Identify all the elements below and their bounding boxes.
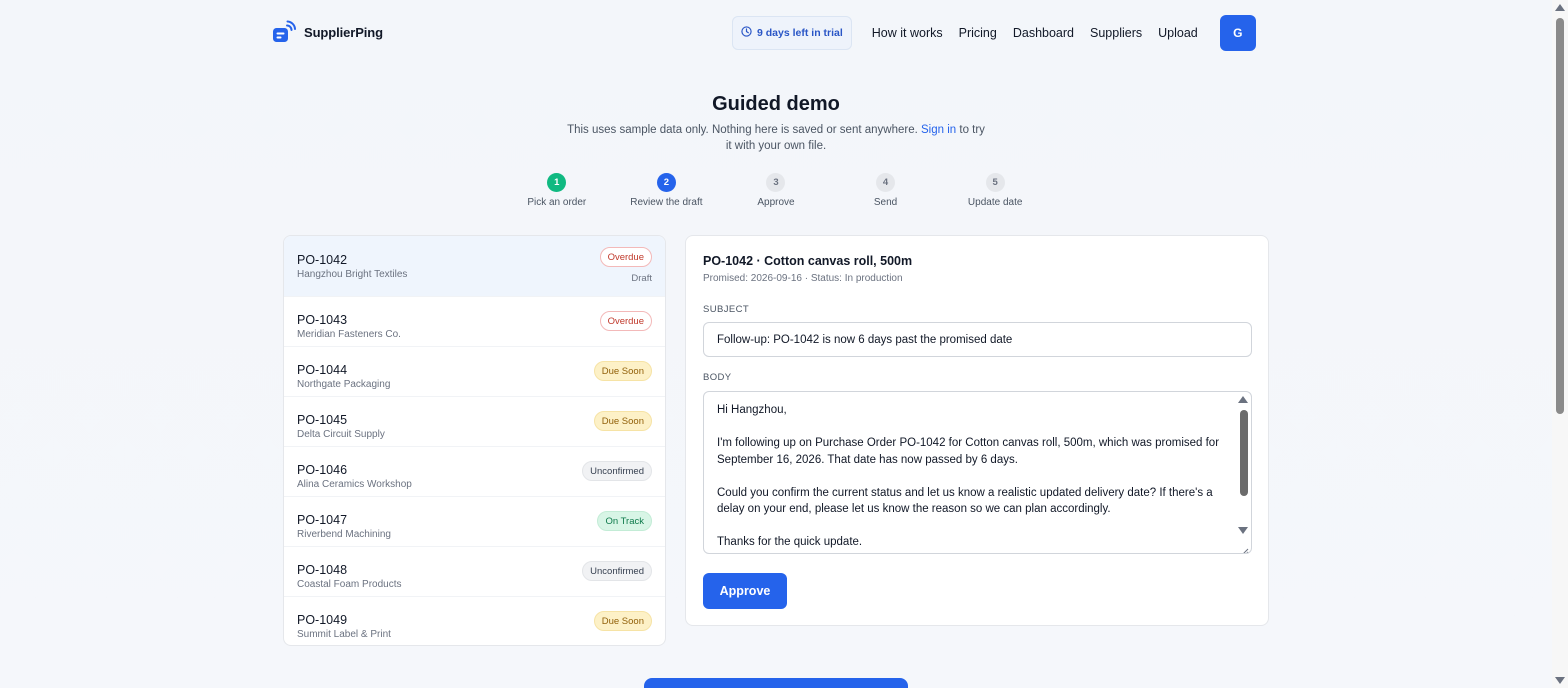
subject-label: SUBJECT xyxy=(703,304,750,315)
order-supplier: Alina Ceramics Workshop xyxy=(297,479,412,490)
status-badge: On Track xyxy=(597,511,652,531)
status-badge: Due Soon xyxy=(593,611,652,631)
order-supplier: Coastal Foam Products xyxy=(297,579,402,590)
scroll-down-arrow-icon[interactable] xyxy=(1238,527,1248,534)
resize-handle-icon[interactable] xyxy=(1241,543,1249,553)
step-label: Approve xyxy=(757,197,795,208)
order-id: PO-1042 xyxy=(297,253,348,267)
order-row-po-1045[interactable]: PO-1045 Delta Circuit Supply Due Soon xyxy=(284,397,665,447)
order-id: PO-1045 xyxy=(297,413,348,427)
step-label: Update date xyxy=(967,197,1023,208)
approve-button[interactable]: Approve xyxy=(703,573,787,609)
draft-label: Draft xyxy=(631,273,652,284)
draft-title: PO-1042 · Cotton canvas roll, 500m xyxy=(703,254,913,268)
step-number: 5 xyxy=(985,173,1005,192)
sign-in-link[interactable]: Sign in xyxy=(921,124,956,136)
draft-meta: Promised: 2026-09-16 · Status: In produc… xyxy=(703,273,903,284)
order-id: PO-1049 xyxy=(297,613,348,627)
subject-input[interactable]: Follow-up: PO-1042 is now 6 days past th… xyxy=(703,322,1252,357)
trial-badge[interactable]: 9 days left in trial xyxy=(732,16,852,50)
step-label: Pick an order xyxy=(527,197,587,208)
body-line: Hi Hangzhou, xyxy=(717,404,787,416)
body-blank-line xyxy=(717,518,1227,535)
nav-upload[interactable]: Upload xyxy=(1158,26,1198,40)
status-badge: Due Soon xyxy=(593,361,652,381)
orders-list: PO-1042 Hangzhou Bright Textiles Overdue… xyxy=(283,235,666,646)
page-scrollbar[interactable] xyxy=(1552,0,1568,688)
step-number: 2 xyxy=(656,173,676,192)
logo-icon xyxy=(272,20,296,44)
order-id: PO-1046 xyxy=(297,463,348,477)
status-badge: Due Soon xyxy=(593,411,652,431)
step-pick-order: 1 Pick an order xyxy=(502,173,612,208)
step-label: Review the draft xyxy=(630,197,703,208)
order-id: PO-1048 xyxy=(297,563,348,577)
order-id: PO-1047 xyxy=(297,513,348,527)
order-supplier: Northgate Packaging xyxy=(297,379,391,390)
step-approve: 3 Approve xyxy=(721,173,831,208)
body-line: Could you confirm the current status and… xyxy=(717,486,1213,516)
body-textarea[interactable]: Hi Hangzhou, I'm following up on Purchas… xyxy=(703,391,1252,554)
main-nav: 9 days left in trial How it works Pricin… xyxy=(732,14,1256,52)
top-header: SupplierPing 9 days left in trial How it… xyxy=(0,0,1552,66)
step-send: 4 Send xyxy=(831,173,941,208)
order-row-po-1049[interactable]: PO-1049 Summit Label & Print Due Soon xyxy=(284,597,665,645)
order-supplier: Delta Circuit Supply xyxy=(297,429,385,440)
page-subtitle: This uses sample data only. Nothing here… xyxy=(566,122,986,154)
step-review-draft: 2 Review the draft xyxy=(612,173,722,208)
step-update-date: 5 Update date xyxy=(940,173,1050,208)
step-number: 4 xyxy=(876,173,896,192)
order-row-po-1048[interactable]: PO-1048 Coastal Foam Products Unconfirme… xyxy=(284,547,665,597)
textarea-scrollbar-thumb[interactable] xyxy=(1240,410,1248,496)
body-line: I'm following up on Purchase Order PO-10… xyxy=(717,437,1220,466)
step-number: 1 xyxy=(547,173,567,192)
page-scroll-down-icon[interactable] xyxy=(1555,677,1565,684)
subtitle-text: This uses sample data only. Nothing here… xyxy=(567,124,918,136)
order-id: PO-1043 xyxy=(297,313,348,327)
nav-dashboard[interactable]: Dashboard xyxy=(1013,26,1074,40)
status-badge: Overdue xyxy=(599,247,652,267)
body-text: Hi Hangzhou, I'm following up on Purchas… xyxy=(717,402,1227,551)
nav-how-it-works[interactable]: How it works xyxy=(872,26,943,40)
order-row-po-1046[interactable]: PO-1046 Alina Ceramics Workshop Unconfir… xyxy=(284,447,665,497)
order-row-po-1042[interactable]: PO-1042 Hangzhou Bright Textiles Overdue… xyxy=(284,236,665,297)
brand-name: SupplierPing xyxy=(304,24,383,40)
nav-suppliers[interactable]: Suppliers xyxy=(1090,26,1142,40)
clock-icon xyxy=(741,26,752,40)
draft-panel: PO-1042 · Cotton canvas roll, 500m Promi… xyxy=(685,235,1269,626)
status-badge: Unconfirmed xyxy=(582,561,652,581)
page-title: Guided demo xyxy=(712,93,840,115)
trial-text: 9 days left in trial xyxy=(757,27,843,39)
brand[interactable]: SupplierPing xyxy=(272,20,383,44)
order-supplier: Riverbend Machining xyxy=(297,529,391,540)
next-step-button[interactable] xyxy=(644,678,908,688)
order-row-po-1044[interactable]: PO-1044 Northgate Packaging Due Soon xyxy=(284,347,665,397)
body-blank-line xyxy=(717,419,1227,436)
body-label: BODY xyxy=(703,372,732,383)
scroll-up-arrow-icon[interactable] xyxy=(1238,396,1248,403)
order-supplier: Meridian Fasteners Co. xyxy=(297,329,401,340)
body-line: Thanks for the quick update. xyxy=(717,536,863,548)
avatar-button[interactable]: G xyxy=(1219,15,1256,51)
status-badge: Unconfirmed xyxy=(582,461,652,481)
page-scrollbar-thumb[interactable] xyxy=(1556,18,1564,414)
body-blank-line xyxy=(717,468,1227,485)
order-row-po-1047[interactable]: PO-1047 Riverbend Machining On Track xyxy=(284,497,665,547)
progress-stepper: 1 Pick an order 2 Review the draft 3 App… xyxy=(502,173,1050,208)
order-row-po-1043[interactable]: PO-1043 Meridian Fasteners Co. Overdue xyxy=(284,297,665,347)
order-supplier: Summit Label & Print xyxy=(297,629,391,640)
step-number: 3 xyxy=(766,173,786,192)
order-id: PO-1044 xyxy=(297,363,348,377)
order-supplier: Hangzhou Bright Textiles xyxy=(297,269,408,280)
page-scroll-up-icon[interactable] xyxy=(1555,4,1565,11)
step-label: Send xyxy=(873,197,898,208)
status-badge: Overdue xyxy=(599,311,652,331)
nav-pricing[interactable]: Pricing xyxy=(959,26,997,40)
